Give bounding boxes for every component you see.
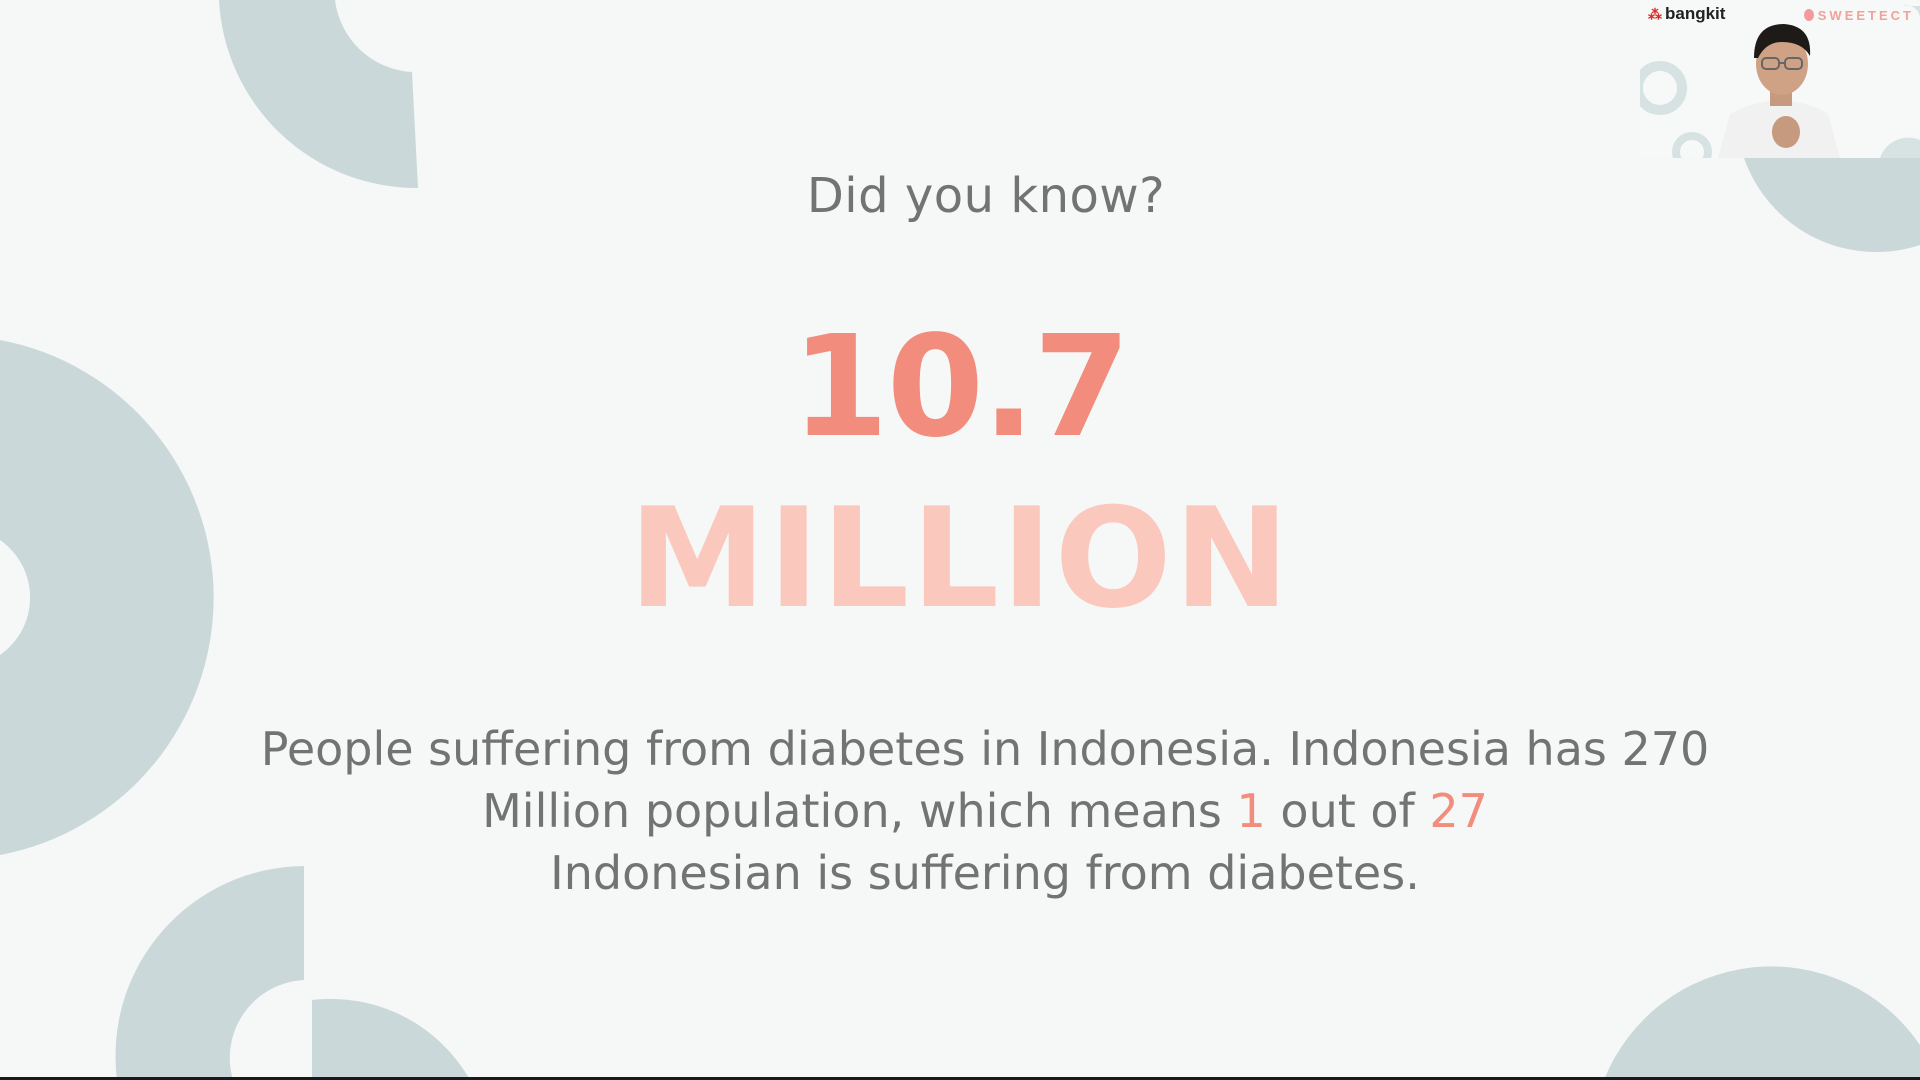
body-text-part3: Indonesian is suffering from diabetes. [550,846,1420,900]
bangkit-logo: ⁂ bangkit [1648,4,1725,24]
body-text-part1: People suffering from diabetes in Indone… [260,722,1710,838]
bottom-left-arc-shape-2 [312,998,470,1080]
top-left-arc-shape [219,0,418,189]
statistic-number: 10.7 [791,306,1130,469]
bangkit-logo-text: bangkit [1665,4,1726,23]
bottom-right-arc-shape [1604,966,1920,1080]
statistic-unit: MILLION [628,478,1292,639]
body-highlight-twenty-seven: 27 [1429,784,1488,838]
person-on-video-icon [1718,24,1840,158]
slide-body-text: People suffering from diabetes in Indone… [240,718,1730,904]
body-highlight-one: 1 [1236,784,1266,838]
sweetect-logo-text: SWEETECT [1817,8,1914,23]
slide-heading: Did you know? [806,168,1166,224]
bangkit-logo-icon: ⁂ [1648,6,1662,22]
body-text-part2: out of [1265,784,1430,838]
webcam-overlay: ⁂ bangkit SWEETECT [1640,0,1920,158]
sweetect-logo-icon [1803,9,1814,21]
presentation-slide: Did you know? 10.7 MILLION People suffer… [0,0,1920,1080]
sweetect-logo: SWEETECT [1803,8,1914,23]
